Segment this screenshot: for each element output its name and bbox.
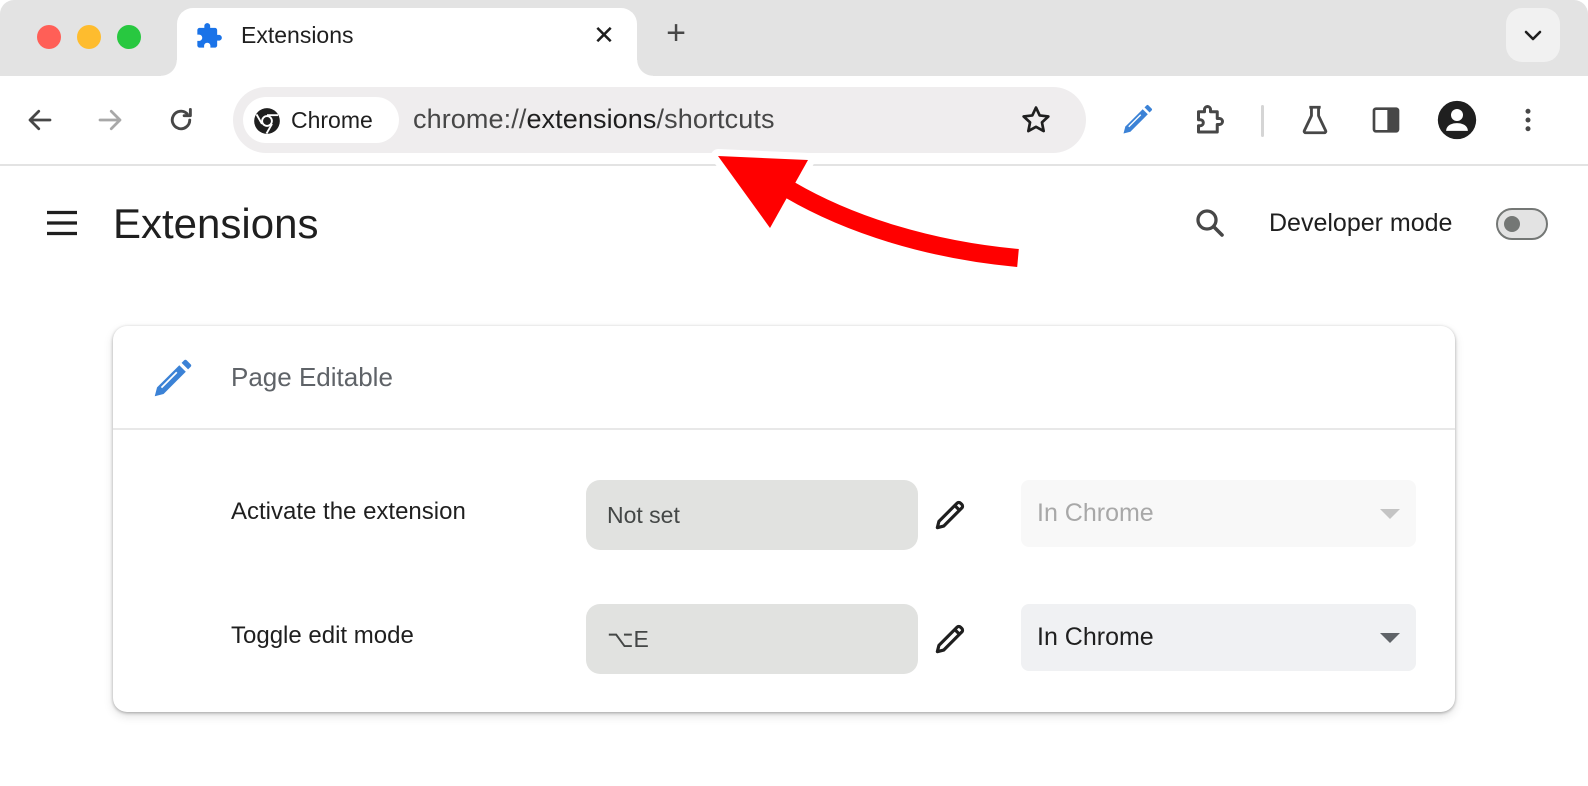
tab-strip: Extensions ✕ + [0,0,1588,78]
arrow-left-icon [28,109,52,131]
extension-shortcuts-card: Page Editable Activate the extension Not… [113,326,1455,712]
toolbar-divider [1261,105,1264,137]
hamburger-menu-icon[interactable] [44,205,80,241]
scope-select-value: In Chrome [1037,623,1154,651]
url-host: extensions [526,104,657,134]
address-bar[interactable]: Chrome chrome://extensions/shortcuts [233,87,1086,153]
browser-window: Extensions ✕ + Chrome chrome://extension… [0,0,1588,786]
tab-search-button[interactable] [1506,8,1560,62]
window-close-button[interactable] [37,25,61,49]
command-label: Toggle edit mode [231,622,414,649]
search-icon[interactable] [1192,205,1228,241]
scope-select[interactable]: In Chrome [1021,604,1416,671]
developer-mode-toggle[interactable] [1496,208,1548,240]
chevron-down-icon [1524,30,1542,41]
arrow-right-icon [98,109,122,131]
reload-button[interactable] [161,100,201,140]
scope-select-value: In Chrome [1037,499,1154,527]
reload-icon [170,107,192,131]
window-zoom-button[interactable] [117,25,141,49]
annotation-arrow-fill [718,156,1019,267]
dropdown-caret-icon [1380,509,1400,519]
shortcut-input[interactable]: Not set [586,480,918,550]
extensions-menu-button[interactable] [1189,100,1229,140]
more-vertical-icon [1525,108,1531,132]
edit-shortcut-pencil-icon[interactable] [931,620,969,658]
developer-mode-label: Developer mode [1269,209,1453,237]
site-chip-label: Chrome [291,107,373,133]
extension-name: Page Editable [231,362,393,392]
address-bar-url[interactable]: chrome://extensions/shortcuts [413,104,775,135]
bookmark-star-icon[interactable] [1019,103,1053,137]
dropdown-caret-icon [1380,633,1400,643]
tab-extensions[interactable]: Extensions ✕ [161,8,653,78]
extension-card-header: Page Editable [113,326,1455,430]
tab-title: Extensions [241,22,354,48]
command-label: Activate the extension [231,498,466,525]
forward-button[interactable] [90,100,130,140]
browser-toolbar: Chrome chrome://extensions/shortcuts [0,76,1588,166]
tab-close-button[interactable]: ✕ [589,20,619,50]
more-menu-button[interactable] [1508,100,1548,140]
side-panel-icon [1372,107,1400,133]
back-button[interactable] [20,100,60,140]
flask-icon [1302,105,1328,135]
puzzle-piece-icon [197,23,222,48]
scope-select-disabled: In Chrome [1021,480,1416,547]
puzzle-outline-icon [1197,105,1224,134]
profile-button[interactable] [1437,100,1477,140]
toggle-knob [1504,216,1520,232]
command-row: Toggle edit mode ⌥E In Chrome [113,604,1455,676]
chrome-logo-icon [254,108,280,134]
edit-shortcut-pencil-icon[interactable] [931,496,969,534]
page-editable-pencil-icon [154,359,192,397]
new-tab-button[interactable]: + [660,16,692,50]
page-editable-extension-button[interactable] [1117,100,1157,140]
site-info-chip[interactable]: Chrome [243,97,399,143]
side-panel-button[interactable] [1366,100,1406,140]
url-path: /shortcuts [656,104,775,134]
annotation-arrow-outline [711,149,1033,273]
profile-avatar-icon [1437,100,1477,140]
pencil-icon [1123,105,1152,134]
page-title: Extensions [113,200,319,247]
window-minimize-button[interactable] [77,25,101,49]
chrome-labs-button[interactable] [1295,100,1335,140]
command-row: Activate the extension Not set In Chrome [113,480,1455,552]
shortcut-input[interactable]: ⌥E [586,604,918,674]
url-scheme: chrome:// [413,104,527,134]
